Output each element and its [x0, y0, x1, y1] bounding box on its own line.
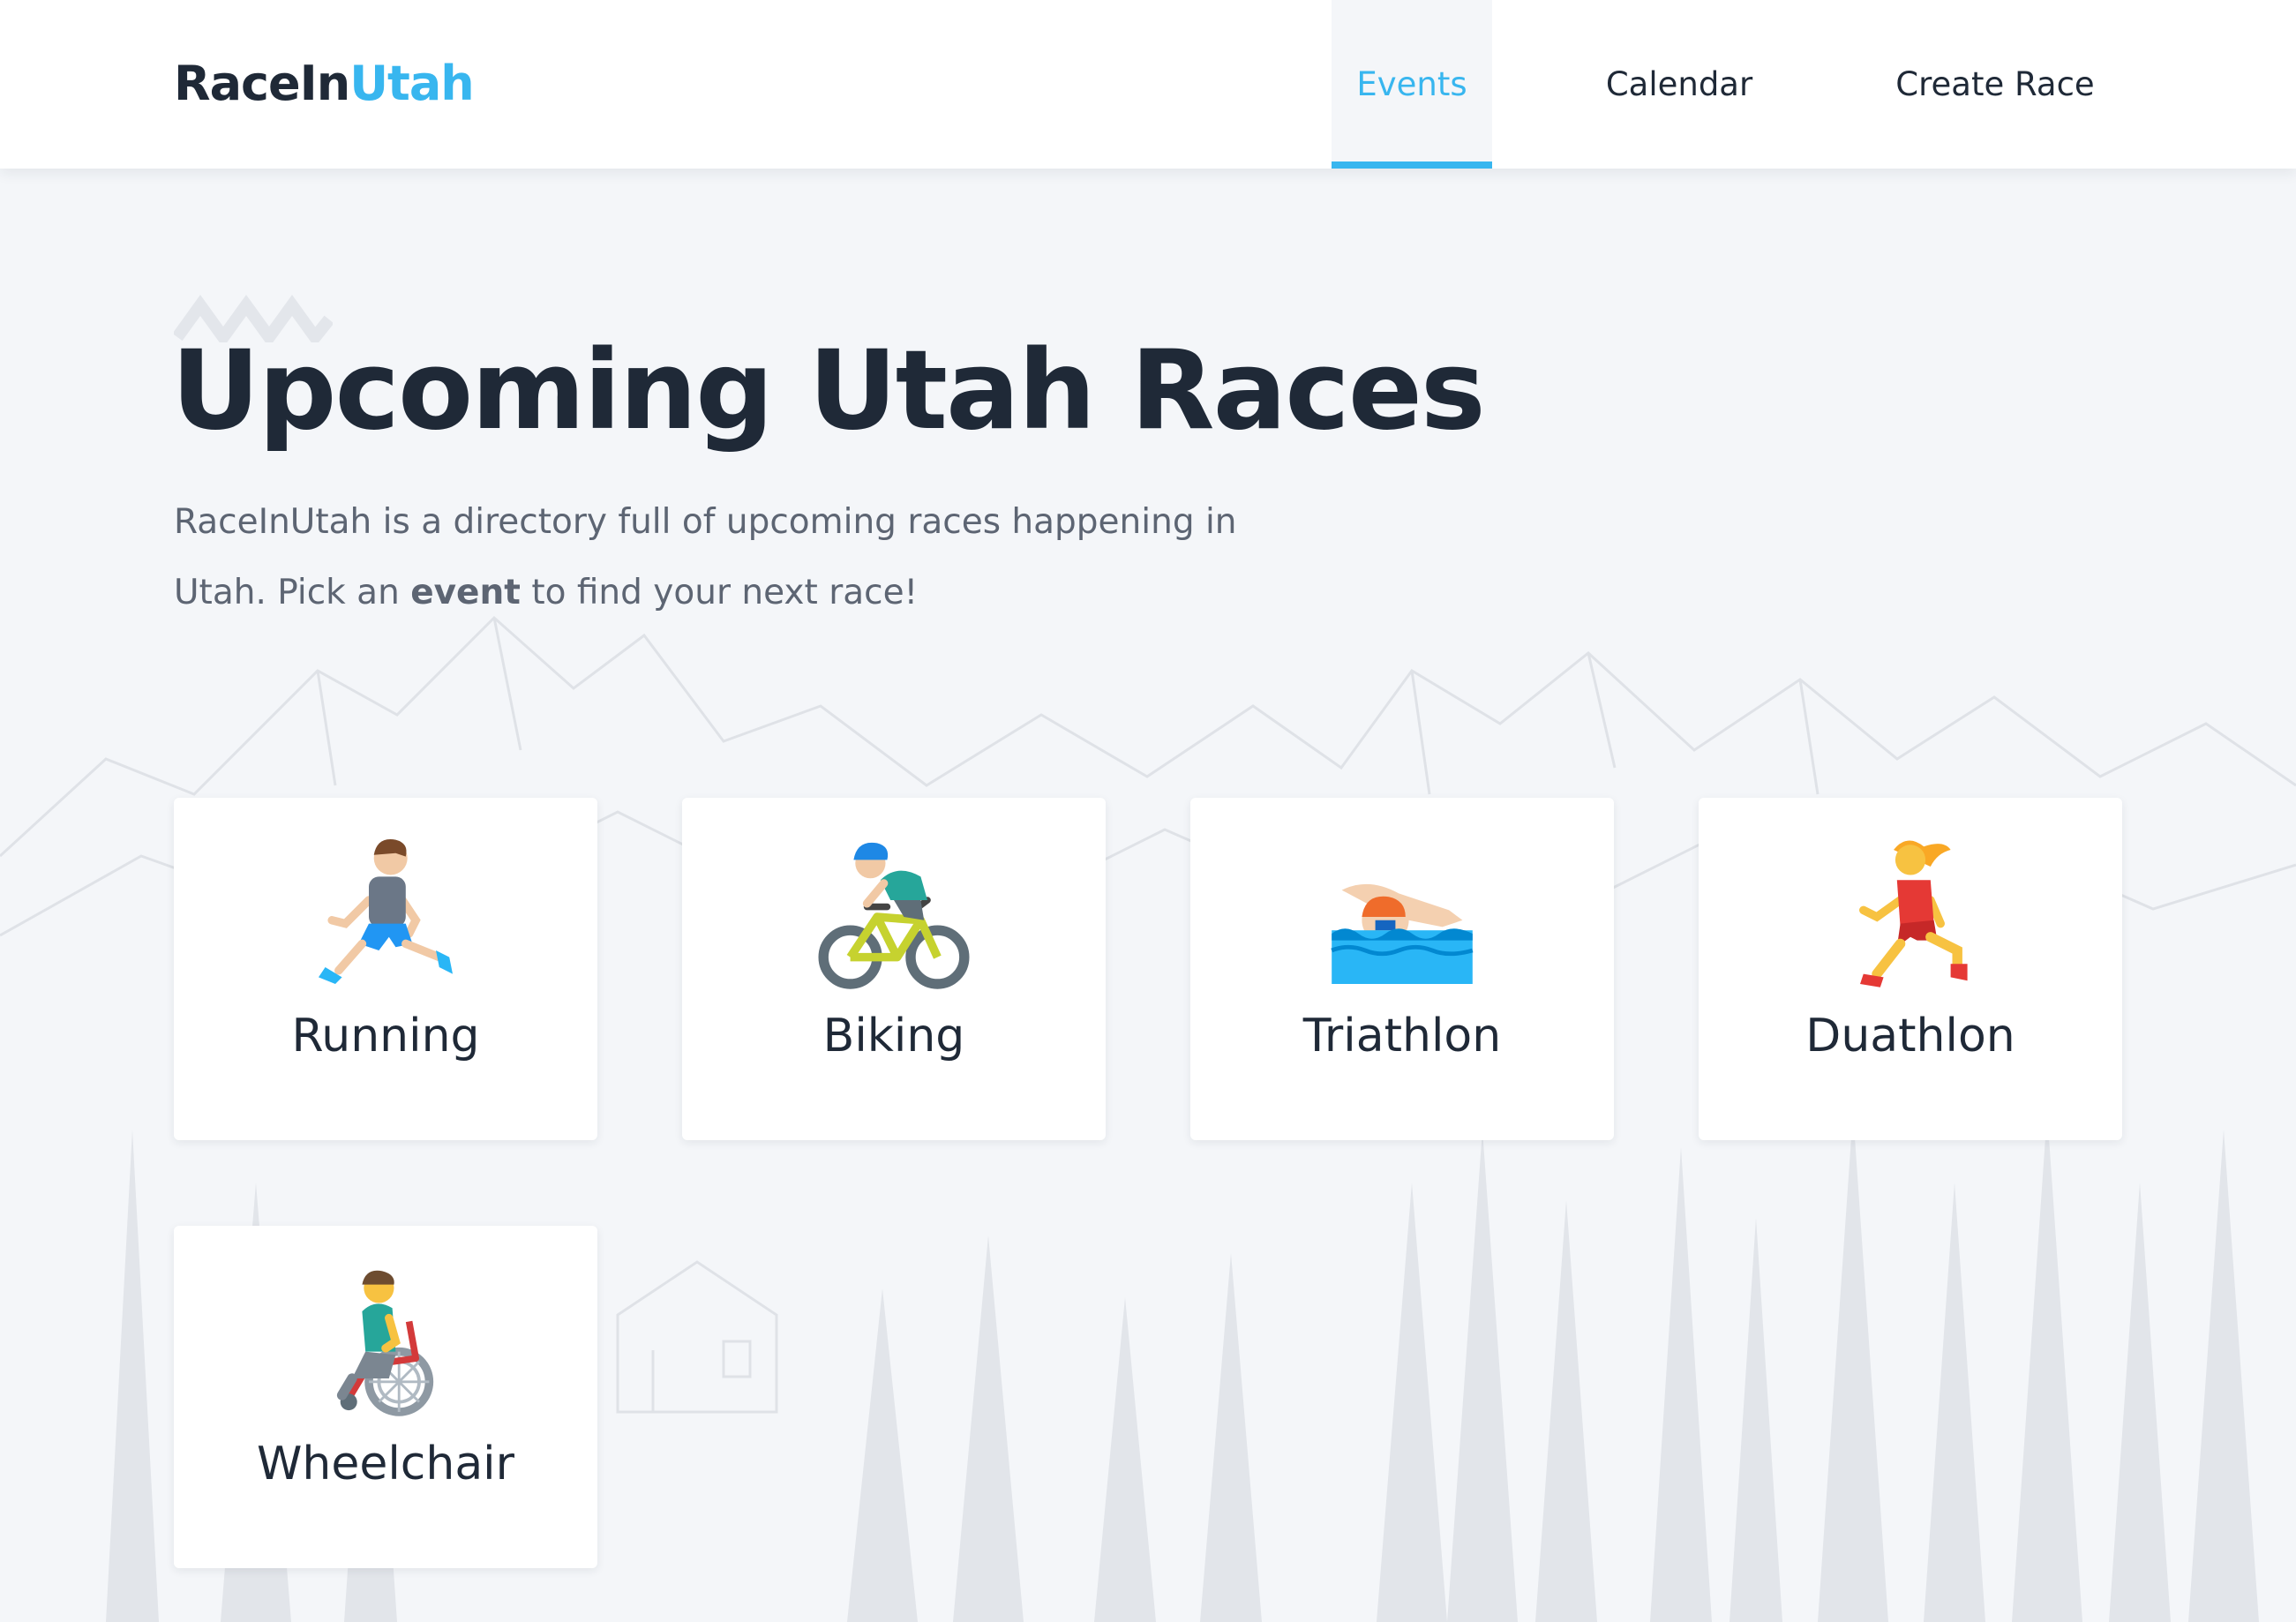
page-intro: RaceInUtah is a directory full of upcomi… — [174, 487, 1321, 628]
intro-text-bold: event — [410, 573, 521, 612]
event-card-duathlon[interactable]: Duathlon — [1699, 798, 2122, 1140]
person-biking-icon — [818, 842, 970, 989]
woman-running-icon — [1859, 840, 1968, 987]
intro-text-end: to find your next race! — [520, 573, 919, 612]
event-card-wheelchair[interactable]: Wheelchair — [174, 1226, 597, 1568]
nav-events[interactable]: Events — [1332, 0, 1492, 169]
event-card-running[interactable]: Running — [174, 798, 597, 1140]
nav-calendar[interactable]: Calendar — [1571, 0, 1788, 169]
person-running-icon — [319, 839, 453, 984]
event-label: Wheelchair — [256, 1438, 515, 1491]
person-in-wheelchair-icon — [336, 1270, 434, 1416]
site-logo[interactable]: RaceInUtah — [174, 53, 475, 115]
event-card-biking[interactable]: Biking — [682, 798, 1106, 1140]
site-header: RaceInUtah Events Calendar Create Race — [0, 0, 2296, 169]
page: RaceInUtah Events Calendar Create Race U… — [0, 0, 2296, 1622]
logo-text-primary: RaceIn — [174, 56, 350, 111]
event-card-triathlon[interactable]: Triathlon — [1190, 798, 1614, 1140]
logo-text-accent: Utah — [349, 56, 475, 111]
event-label: Triathlon — [1302, 1010, 1502, 1063]
person-swimming-icon — [1331, 883, 1474, 984]
event-label: Running — [291, 1010, 480, 1063]
nav-create-race[interactable]: Create Race — [1867, 0, 2123, 169]
event-label: Duathlon — [1805, 1010, 2015, 1063]
event-label: Biking — [822, 1010, 965, 1063]
page-title: Upcoming Utah Races — [171, 327, 1486, 454]
